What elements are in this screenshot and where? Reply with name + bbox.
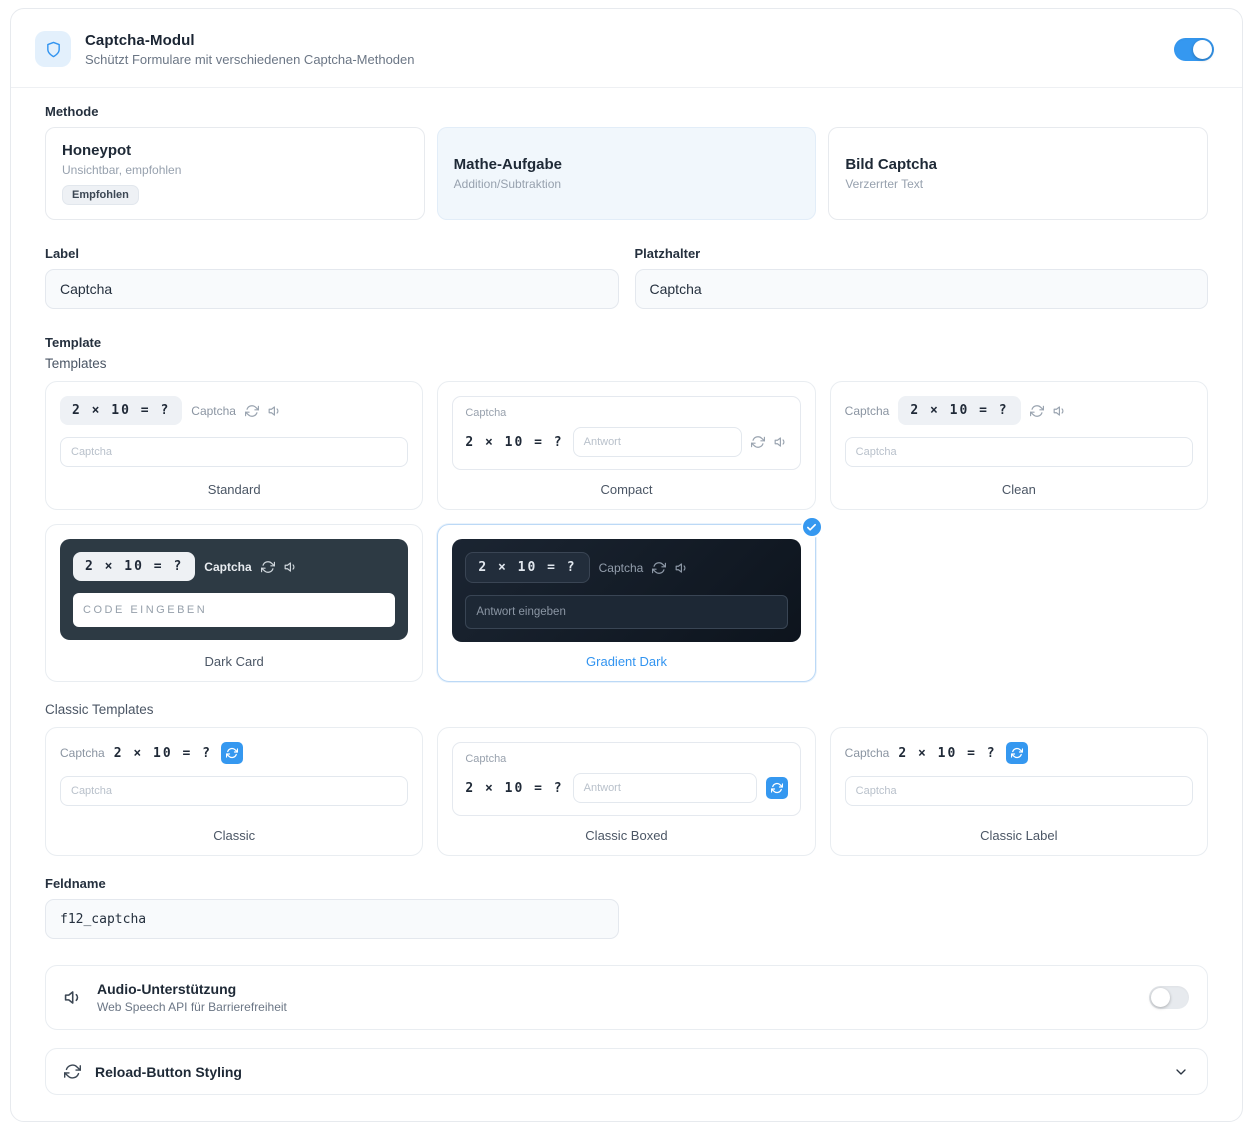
speaker-icon — [675, 561, 689, 575]
module-header: Captcha-Modul Schützt Formulare mit vers… — [11, 9, 1242, 88]
captcha-answer-preview: Antwort — [572, 773, 757, 803]
math-question: 2 × 10 = ? — [73, 552, 196, 581]
math-question: 2 × 10 = ? — [113, 745, 212, 761]
math-question: 2 × 10 = ? — [465, 780, 564, 796]
math-question: 2 × 10 = ? — [465, 552, 590, 583]
reload-button — [765, 777, 788, 799]
feldname-field-label: Feldname — [45, 876, 106, 891]
template-section-label: Template — [45, 335, 102, 350]
methode-label: Methode — [45, 104, 99, 119]
page-subtitle: Schützt Formulare mit verschiedenen Capt… — [85, 51, 415, 67]
method-card-mathe-aufgabe[interactable]: Mathe-Aufgabe Addition/Subtraktion — [436, 127, 817, 220]
reload-icon — [750, 435, 765, 449]
captcha-answer-preview: Captcha — [60, 437, 409, 467]
toggle-knob — [1193, 39, 1212, 59]
templates-group-label: Templates — [45, 356, 107, 371]
template-card-compact[interactable]: Captcha 2 × 10 = ? Antwort Compact — [437, 381, 816, 510]
module-enabled-toggle[interactable] — [1174, 37, 1214, 61]
reload-button — [220, 742, 243, 764]
reload-icon — [1029, 404, 1044, 418]
reload-button-styling-row[interactable]: Reload-Button Styling — [45, 1048, 1208, 1095]
reload-icon — [260, 560, 275, 574]
template-card-classic-label[interactable]: Captcha 2 × 10 = ? Captcha Classic Label — [829, 727, 1208, 856]
label-input[interactable] — [45, 269, 619, 309]
label-field-label: Label — [45, 246, 79, 261]
template-card-classic[interactable]: Captcha 2 × 10 = ? Captcha Classic — [45, 727, 424, 856]
math-question: 2 × 10 = ? — [898, 745, 997, 761]
captcha-answer-preview: Captcha — [60, 776, 409, 806]
speaker-icon — [268, 404, 282, 418]
template-card-gradient-dark[interactable]: 2 × 10 = ? Captcha Antwort eingeben Grad… — [437, 516, 823, 682]
captcha-answer-preview: Antwort — [572, 427, 742, 457]
template-card-classic-boxed[interactable]: Captcha 2 × 10 = ? Antwort Classic Boxed — [437, 727, 816, 856]
reload-icon — [63, 1063, 81, 1080]
math-question: 2 × 10 = ? — [898, 396, 1021, 425]
speaker-icon — [774, 435, 788, 449]
page-title: Captcha-Modul — [85, 31, 195, 49]
speaker-icon — [1053, 404, 1067, 418]
audio-support-toggle[interactable] — [1149, 986, 1189, 1009]
method-options: Honeypot Unsichtbar, empfohlen Empfohlen… — [45, 127, 1208, 220]
reload-icon — [652, 561, 667, 575]
check-icon — [800, 516, 823, 538]
reload-icon — [244, 404, 259, 418]
captcha-answer-preview: Antwort eingeben — [465, 595, 788, 629]
math-question: 2 × 10 = ? — [60, 396, 183, 425]
template-card-clean[interactable]: Captcha 2 × 10 = ? Captcha Clean — [829, 381, 1208, 510]
chevron-down-icon — [1173, 1064, 1189, 1080]
template-card-standard[interactable]: 2 × 10 = ? Captcha Captcha Standard — [45, 381, 424, 510]
audio-support-row: Audio-Unterstützung Web Speech API für B… — [45, 965, 1208, 1030]
captcha-answer-preview: CODE EINGEBEN — [73, 593, 396, 627]
captcha-answer-preview: Captcha — [844, 437, 1193, 467]
template-card-dark-card[interactable]: 2 × 10 = ? Captcha CODE EINGEBEN Dark Ca… — [45, 524, 424, 682]
reload-button — [1005, 742, 1028, 764]
platzhalter-field-label: Platzhalter — [634, 246, 701, 261]
captcha-module-card: Captcha-Modul Schützt Formulare mit vers… — [10, 8, 1243, 1122]
speaker-icon — [284, 560, 298, 574]
platzhalter-input[interactable] — [634, 269, 1208, 309]
method-card-bild-captcha[interactable]: Bild Captcha Verzerrter Text — [828, 127, 1208, 220]
toggle-knob — [1151, 988, 1170, 1007]
method-card-honeypot[interactable]: Honeypot Unsichtbar, empfohlen Empfohlen — [45, 127, 425, 220]
templates-grid: 2 × 10 = ? Captcha Captcha Standard Capt… — [45, 381, 1208, 682]
recommended-badge: Empfohlen — [62, 185, 139, 205]
captcha-answer-preview: Captcha — [844, 776, 1193, 806]
audio-speaker-icon — [64, 988, 83, 1007]
math-question: 2 × 10 = ? — [465, 434, 564, 450]
classic-templates-grid: Captcha 2 × 10 = ? Captcha Classic Captc… — [45, 727, 1208, 856]
feldname-input[interactable] — [45, 899, 619, 939]
classic-templates-group-label: Classic Templates — [45, 702, 154, 717]
shield-icon — [35, 31, 71, 67]
